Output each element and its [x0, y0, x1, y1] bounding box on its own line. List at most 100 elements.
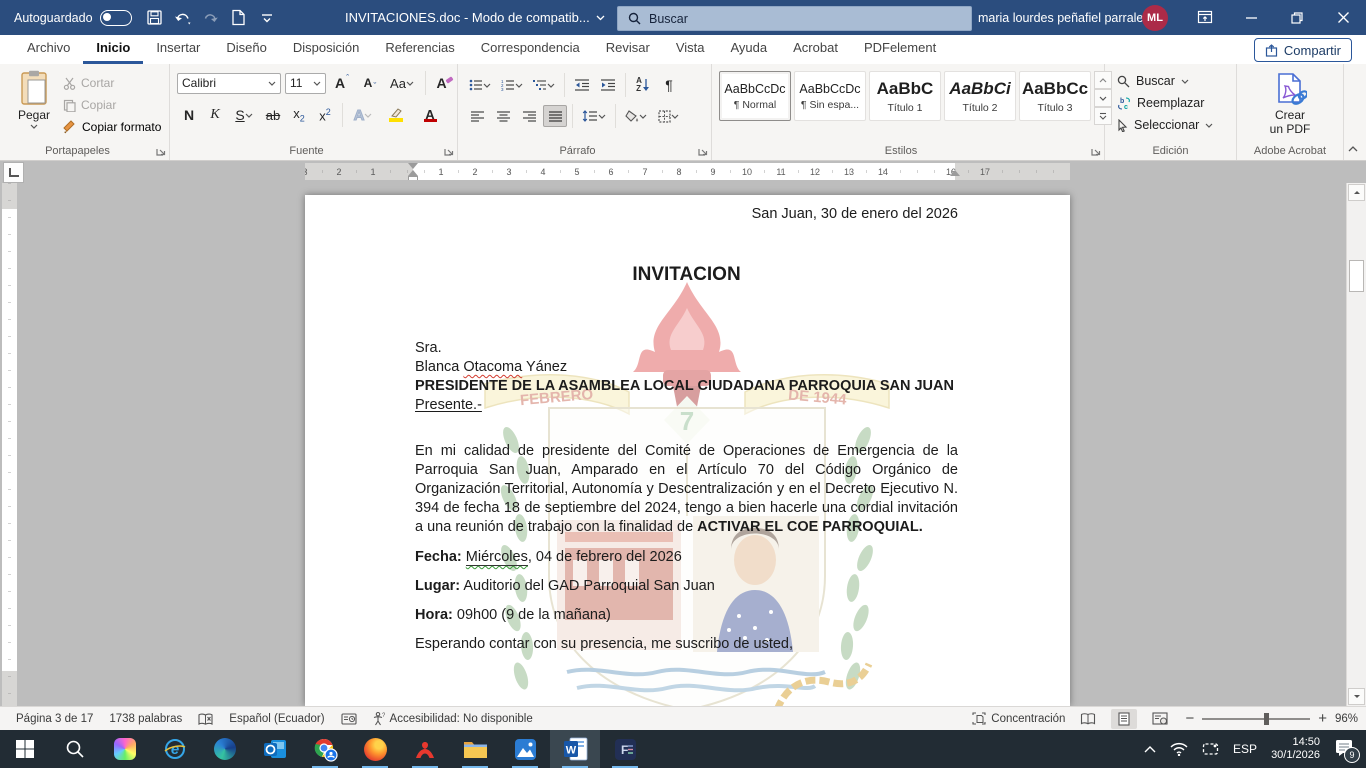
grow-font-button[interactable]: Aˆ [330, 72, 354, 94]
account-name[interactable]: maria lourdes peñafiel parrales [978, 0, 1150, 35]
tab-ayuda[interactable]: Ayuda [717, 35, 780, 64]
notifications-button[interactable]: 9 [1334, 738, 1356, 760]
ie-icon[interactable]: e [150, 730, 200, 768]
page-indicator[interactable]: Página 3 de 17 [16, 713, 93, 725]
tab-revisar[interactable]: Revisar [593, 35, 663, 64]
collapse-ribbon-button[interactable] [1348, 146, 1358, 152]
read-mode-button[interactable] [1075, 709, 1101, 729]
create-pdf-button[interactable]: Crear un PDF [1237, 72, 1343, 136]
font-color-button[interactable]: A [414, 104, 446, 126]
explorer-icon[interactable] [450, 730, 500, 768]
tab-acrobat[interactable]: Acrobat [780, 35, 851, 64]
word-icon[interactable]: W [550, 730, 600, 768]
highlight-color-button[interactable] [380, 104, 412, 126]
line-spacing-button[interactable] [578, 105, 610, 127]
tab-inicio[interactable]: Inicio [83, 35, 143, 64]
decrease-indent-button[interactable] [570, 74, 594, 96]
font-size-select[interactable]: 11 [285, 73, 326, 94]
change-case-button[interactable]: Aa [386, 72, 418, 94]
taskbar-search-button[interactable] [50, 730, 100, 768]
style-título-3[interactable]: AaBbCcTítulo 3 [1019, 71, 1091, 121]
avatar[interactable]: ML [1142, 5, 1168, 31]
vertical-ruler[interactable] [2, 183, 17, 706]
edge-icon[interactable] [200, 730, 250, 768]
tab-diseño[interactable]: Diseño [213, 35, 279, 64]
paragraph-dialog-launcher[interactable] [698, 146, 708, 156]
right-indent-marker[interactable] [950, 170, 960, 176]
align-center-button[interactable] [491, 105, 515, 127]
zoom-in-button[interactable]: + [1318, 710, 1327, 727]
document-title[interactable]: INVITACIONES.doc - Modo de compatib... [345, 0, 605, 35]
font-dialog-launcher[interactable] [444, 146, 454, 156]
word-count[interactable]: 1738 palabras [109, 713, 182, 725]
paste-button[interactable]: Pegar [9, 70, 59, 140]
chrome-icon[interactable] [300, 730, 350, 768]
increase-indent-button[interactable] [596, 74, 620, 96]
bold-button[interactable]: N [177, 104, 201, 126]
tab-archivo[interactable]: Archivo [14, 35, 83, 64]
scroll-down-button[interactable] [1348, 688, 1365, 705]
clipboard-dialog-launcher[interactable] [156, 146, 166, 156]
share-button[interactable]: Compartir [1254, 38, 1352, 62]
zoom-level[interactable]: 96% [1335, 713, 1358, 725]
left-indent-marker[interactable] [408, 176, 418, 180]
underline-button[interactable]: S [229, 104, 259, 126]
clear-formatting-button[interactable]: A [433, 72, 457, 94]
save-button[interactable] [142, 5, 168, 31]
ribbon-display-options-button[interactable] [1192, 4, 1218, 30]
focus-mode-button[interactable]: Concentración [972, 712, 1065, 725]
document-stats-button[interactable] [341, 713, 357, 726]
accessibility-status[interactable]: ? Accesibilidad: No disponible [373, 712, 533, 726]
outlook-icon[interactable] [250, 730, 300, 768]
proofing-status[interactable] [198, 713, 213, 726]
snip-tool-icon[interactable] [1202, 742, 1219, 756]
tab-vista[interactable]: Vista [663, 35, 718, 64]
bullets-button[interactable] [465, 74, 495, 96]
select-button[interactable]: Seleccionar [1105, 114, 1236, 136]
f-app-icon[interactable]: F [600, 730, 650, 768]
format-painter-button[interactable]: Copiar formato [59, 116, 165, 138]
font-family-select[interactable]: Calibri [177, 73, 281, 94]
close-button[interactable] [1320, 0, 1366, 35]
document-text[interactable]: San Juan, 30 de enero del 2026 INVITACIO… [305, 195, 1070, 706]
undo-button[interactable] [170, 5, 196, 31]
sort-button[interactable]: A Z [631, 74, 655, 96]
styles-dialog-launcher[interactable] [1091, 146, 1101, 156]
borders-button[interactable] [653, 105, 683, 127]
customize-quick-access-button[interactable] [254, 5, 280, 31]
strikethrough-button[interactable]: ab [261, 104, 285, 126]
show-marks-button[interactable]: ¶ [657, 74, 681, 96]
minimize-button[interactable] [1228, 0, 1274, 35]
shrink-font-button[interactable]: Aˇ [358, 72, 382, 94]
autosave-toggle[interactable]: Autoguardado [14, 10, 132, 26]
zoom-out-button[interactable]: − [1185, 710, 1194, 727]
style--normal[interactable]: AaBbCcDc¶ Normal [719, 71, 791, 121]
tab-correspondencia[interactable]: Correspondencia [468, 35, 593, 64]
zoom-slider-thumb[interactable] [1264, 713, 1269, 725]
justify-button[interactable] [543, 105, 567, 127]
firefox-icon[interactable] [350, 730, 400, 768]
style-título-1[interactable]: AaBbCTítulo 1 [869, 71, 941, 121]
wifi-icon[interactable] [1170, 742, 1188, 756]
copilot-icon[interactable] [100, 730, 150, 768]
keyboard-language[interactable]: ESP [1233, 742, 1257, 756]
shading-button[interactable] [621, 105, 651, 127]
vertical-scrollbar[interactable] [1346, 183, 1366, 706]
style--sin-espa-[interactable]: AaBbCcDc¶ Sin espa... [794, 71, 866, 121]
new-document-button[interactable] [226, 5, 252, 31]
scrollbar-thumb[interactable] [1349, 260, 1364, 292]
hidden-icons-chevron[interactable] [1144, 745, 1156, 753]
subscript-button[interactable]: x2 [287, 104, 311, 126]
tab-insertar[interactable]: Insertar [143, 35, 213, 64]
language-indicator[interactable]: Español (Ecuador) [229, 713, 324, 725]
start-button[interactable] [0, 730, 50, 768]
print-layout-button[interactable] [1111, 709, 1137, 729]
first-line-indent-marker[interactable] [408, 163, 418, 169]
italic-button[interactable]: K [203, 104, 227, 126]
search-input[interactable]: Buscar [617, 6, 972, 31]
zoom-slider[interactable] [1202, 718, 1310, 720]
find-button[interactable]: Buscar [1105, 70, 1236, 92]
tab-pdfelement[interactable]: PDFelement [851, 35, 949, 64]
numbering-button[interactable]: 123 [497, 74, 527, 96]
style-título-2[interactable]: AaBbCiTítulo 2 [944, 71, 1016, 121]
